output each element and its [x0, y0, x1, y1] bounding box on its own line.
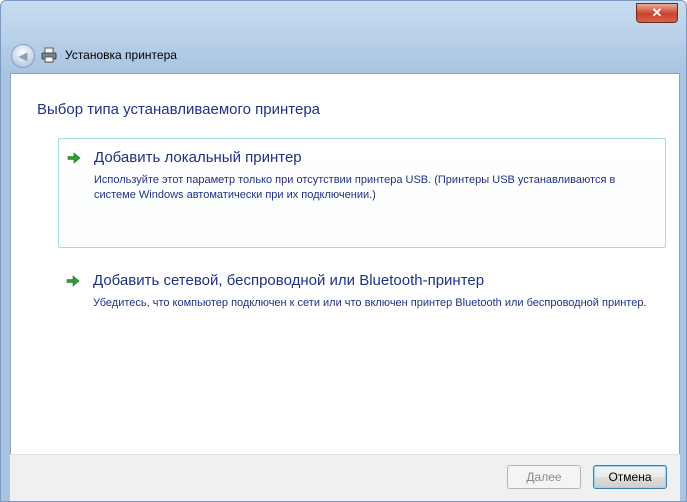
page-heading: Выбор типа устанавливаемого принтера	[37, 101, 321, 118]
back-button[interactable]: ◀	[11, 44, 35, 68]
back-arrow-icon: ◀	[18, 49, 28, 63]
option-add-local-printer[interactable]: Добавить локальный принтер Используйте э…	[58, 138, 666, 248]
close-button[interactable]: ✕	[636, 3, 678, 23]
option-description: Используйте этот параметр только при отс…	[94, 174, 616, 201]
green-arrow-icon	[66, 275, 80, 287]
footer-bar: Далее Отмена	[10, 454, 680, 501]
green-arrow-icon	[67, 152, 81, 164]
next-button[interactable]: Далее	[507, 465, 581, 489]
option-description: Убедитесь, что компьютер подключен к сет…	[93, 297, 647, 309]
content-panel: Выбор типа устанавливаемого принтера Доб…	[10, 73, 680, 455]
option-title: Добавить локальный принтер	[94, 149, 302, 166]
cancel-button[interactable]: Отмена	[593, 465, 667, 489]
printer-icon	[41, 47, 57, 63]
window-title: Установка принтера	[65, 48, 177, 62]
option-title: Добавить сетевой, беспроводной или Bluet…	[93, 272, 485, 289]
navigation-bar: ◀ Установка принтера	[11, 42, 671, 68]
option-add-network-printer[interactable]: Добавить сетевой, беспроводной или Bluet…	[58, 262, 664, 332]
wizard-window: ✕ ◀ Установка принтера Выбор типа устана…	[0, 0, 687, 502]
